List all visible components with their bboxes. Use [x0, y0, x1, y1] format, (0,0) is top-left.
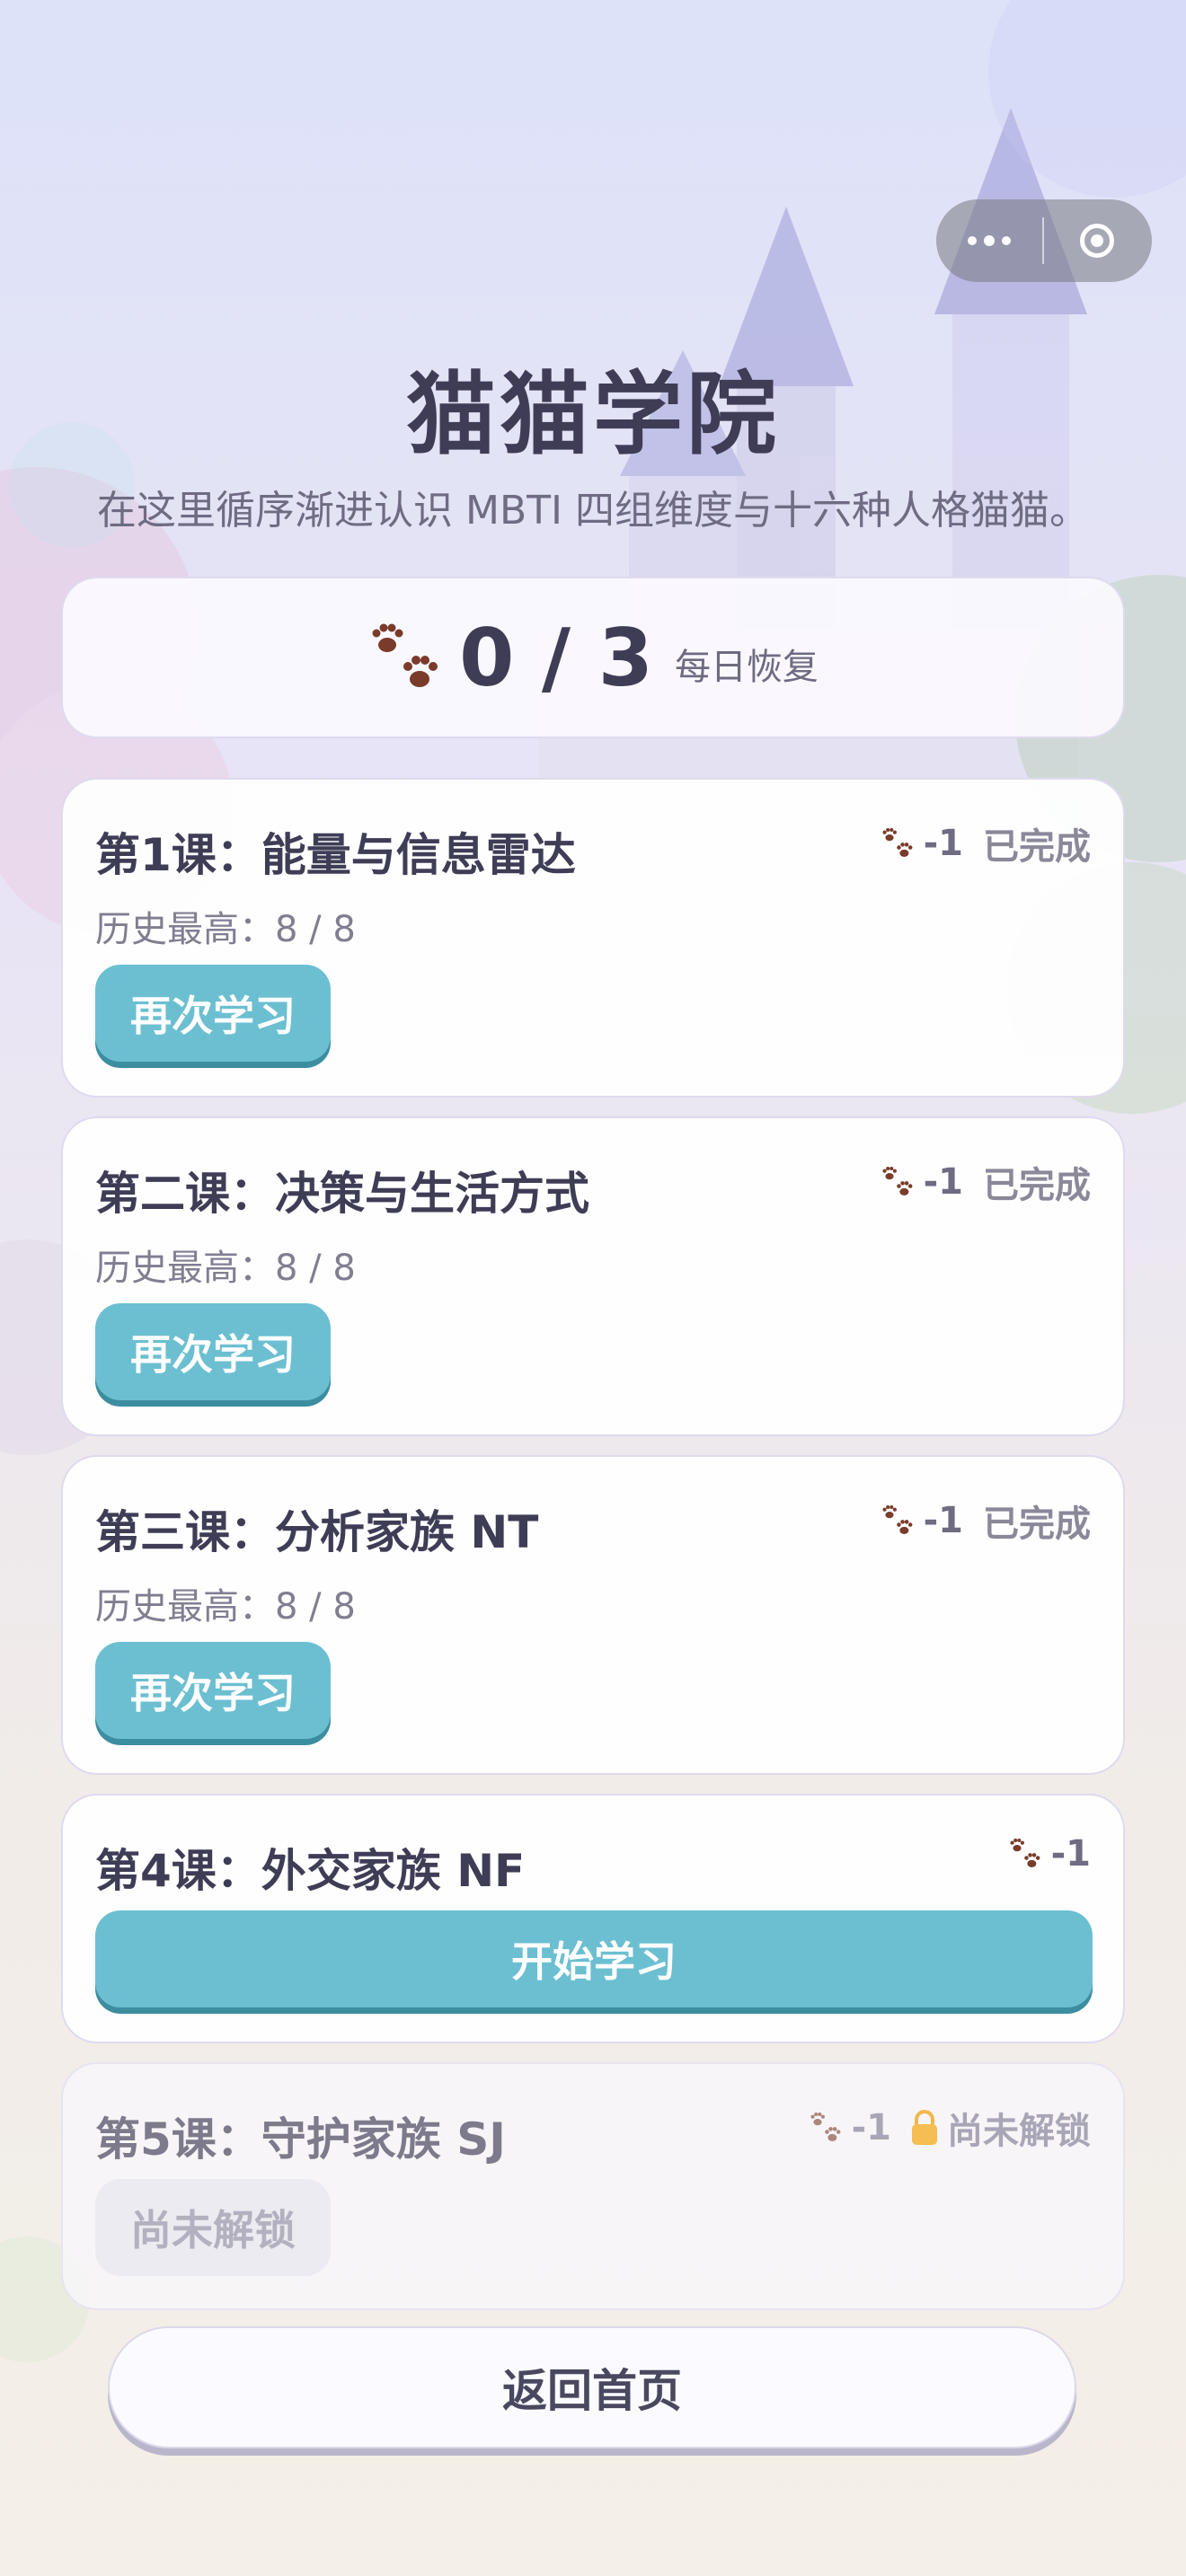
- paw-cost-icon: [882, 1166, 913, 1195]
- lesson-card: 第三课：分析家族 NT -1 已完成 历史最高：8 / 8 再次学习: [61, 1455, 1125, 1775]
- lesson-title: 第1课：能量与信息雷达: [95, 829, 576, 881]
- lesson-best-score: 历史最高：8 / 8: [95, 909, 356, 950]
- start-study-button[interactable]: 开始学习: [95, 1910, 1093, 2007]
- paw-cost-icon: [1010, 1838, 1040, 1867]
- lesson-title: 第二课：决策与生活方式: [95, 1168, 589, 1220]
- lesson-cost: -1: [923, 1500, 963, 1541]
- lesson-cost: -1: [923, 823, 963, 864]
- lesson-status: 已完成: [983, 1165, 1091, 1206]
- lock-icon: [912, 2110, 937, 2145]
- lesson-title: 第三课：分析家族 NT: [95, 1506, 539, 1558]
- close-miniprogram-button[interactable]: [1044, 199, 1150, 282]
- more-dot-icon: [984, 235, 995, 246]
- paw-prints-icon: [372, 623, 438, 687]
- paw-energy-count: 0 / 3: [459, 611, 653, 704]
- lesson-cost: -1: [923, 1161, 963, 1203]
- back-home-button[interactable]: 返回首页: [108, 2326, 1076, 2448]
- lesson-best-score: 历史最高：8 / 8: [95, 1248, 356, 1289]
- lesson-meta: -1 已完成: [881, 1156, 1091, 1208]
- more-dot-icon: [1002, 236, 1011, 245]
- lesson-card: 第二课：决策与生活方式 -1 已完成 历史最高：8 / 8 再次学习: [61, 1116, 1125, 1436]
- target-icon: [1080, 224, 1114, 258]
- lesson-cost: -1: [1050, 1833, 1091, 1875]
- lesson-meta: -1 已完成: [881, 817, 1091, 869]
- lesson-cost: -1: [851, 2107, 891, 2148]
- lesson-status: 已完成: [983, 826, 1091, 868]
- paw-cost-icon: [882, 827, 913, 857]
- lesson-status: 尚未解锁: [947, 2111, 1091, 2152]
- paw-cost-icon: [810, 2112, 841, 2141]
- lesson-card: 第1课：能量与信息雷达 -1 已完成 历史最高：8 / 8 再次学习: [61, 778, 1125, 1098]
- lesson-title: 第4课：外交家族 NF: [95, 1845, 526, 1897]
- page-subtitle: 在这里循序渐进认识 MBTI 四组维度与十六种人格猫猫。: [97, 488, 1089, 534]
- study-again-button[interactable]: 再次学习: [95, 1642, 331, 1739]
- lesson-meta: -1 尚未解锁: [809, 2102, 1091, 2154]
- study-again-button[interactable]: 再次学习: [95, 1303, 331, 1400]
- lesson-best-score: 历史最高：8 / 8: [95, 1586, 356, 1628]
- lesson-meta: -1 已完成: [881, 1495, 1091, 1547]
- page-title: 猫猫学院: [406, 362, 780, 467]
- energy-recover-note: 每日恢复: [674, 647, 819, 688]
- more-options-button[interactable]: [936, 199, 1042, 282]
- more-dot-icon: [968, 236, 977, 245]
- paw-energy-card: 0 / 3 每日恢复: [61, 577, 1125, 738]
- locked-button: 尚未解锁: [95, 2179, 331, 2276]
- paw-cost-icon: [882, 1504, 913, 1534]
- lesson-meta: -1: [1008, 1833, 1091, 1875]
- mini-program-capsule: [936, 199, 1152, 282]
- study-again-button[interactable]: 再次学习: [95, 965, 331, 1062]
- lesson-card: 第4课：外交家族 NF -1 开始学习: [61, 1794, 1125, 2043]
- lesson-card-locked: 第5课：守护家族 SJ -1 尚未解锁 尚未解锁: [61, 2062, 1125, 2310]
- lesson-status: 已完成: [983, 1504, 1091, 1545]
- lesson-title: 第5课：守护家族 SJ: [95, 2113, 506, 2166]
